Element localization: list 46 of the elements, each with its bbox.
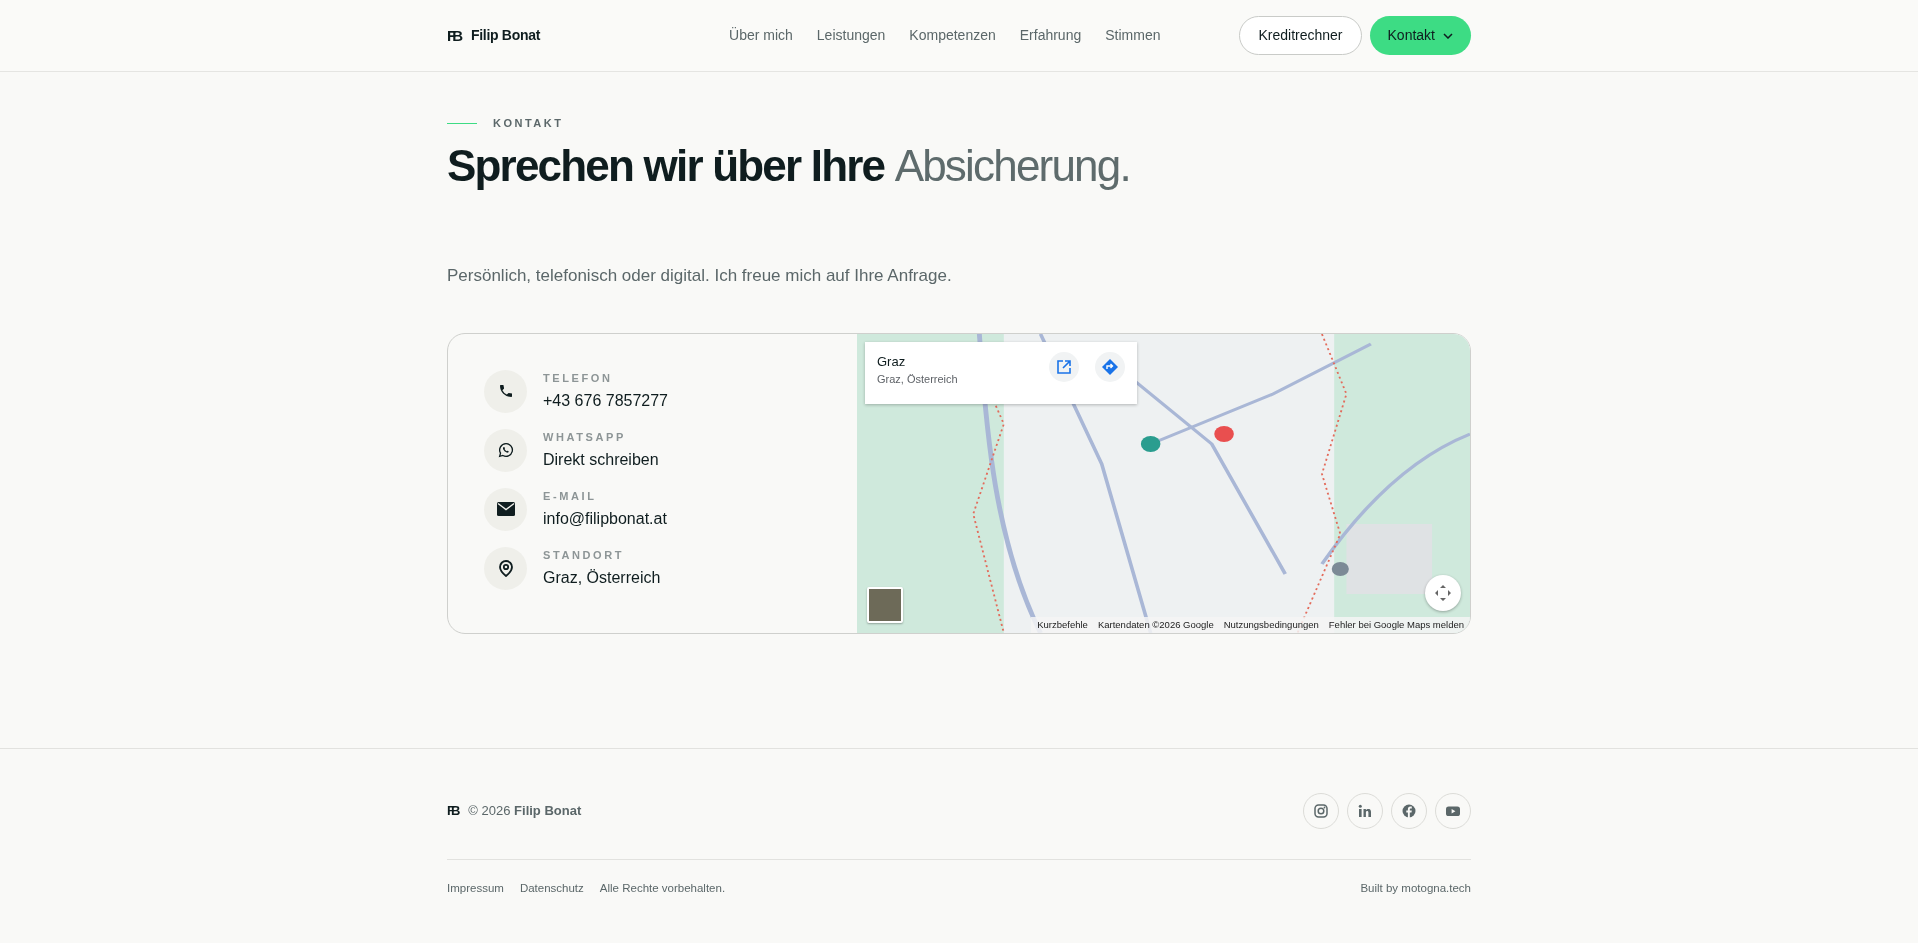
contact-label: STANDORT (543, 548, 626, 564)
calculator-button[interactable]: Kreditrechner (1239, 16, 1362, 55)
section-heading: Sprechen wir über Ihre Absicherung. (447, 139, 1131, 192)
footer-link[interactable]: Datenschutz (519, 879, 584, 898)
rights-text: Alle Rechte vorbehalten. (599, 880, 726, 896)
facebook-icon (1402, 803, 1416, 818)
external-link-icon (1057, 359, 1071, 374)
open-in-maps-button[interactable] (1049, 351, 1079, 382)
place-address: Graz, Österreich (877, 372, 958, 388)
expand-arrows-icon (1434, 583, 1452, 602)
nav-link[interactable]: Erfahrung (1019, 25, 1082, 46)
contact-value[interactable]: Direkt schreiben (543, 447, 659, 472)
phone-icon (497, 383, 514, 400)
chat-bubble-icon (497, 442, 514, 459)
attribution-link[interactable]: Fehler bei Google Maps melden (1328, 617, 1464, 632)
footer-logo: FB (447, 804, 458, 818)
nav-link[interactable]: Kompetenzen (909, 25, 996, 46)
attribution-link[interactable]: Kurzbefehle (1037, 617, 1088, 632)
nav-link[interactable]: Leistungen (816, 25, 886, 46)
contact-label: TELEFON (543, 371, 614, 387)
directions-icon (1102, 358, 1118, 375)
satellite-view-button[interactable] (867, 586, 903, 623)
footer-link[interactable]: Impressum (447, 879, 504, 898)
place-title: Graz (877, 352, 907, 371)
location-pin-icon (498, 559, 513, 577)
nav-link[interactable]: Stimmen (1105, 25, 1161, 46)
copyright-text: © 2026 Filip Bonat (468, 802, 582, 821)
caret-icon (1443, 32, 1453, 39)
attribution-link[interactable]: Kartendaten ©2026 Google (1097, 617, 1214, 632)
intro-text: Persönlich, telefonisch oder digital. Ich freue mich auf Ihre Anfrage. (447, 265, 953, 288)
contact-button[interactable]: Kontakt (1369, 16, 1471, 55)
contact-label: WHATSAPP (543, 430, 627, 446)
directions-button[interactable] (1095, 351, 1125, 382)
section-kicker: KONTAKT (493, 116, 564, 131)
contact-value[interactable]: info@filipbonat.at (543, 506, 667, 531)
envelope-icon (496, 502, 515, 517)
brand-name[interactable]: Filip Bonat (471, 25, 541, 46)
attribution-link[interactable]: Nutzungsbedingungen (1223, 617, 1319, 632)
credit-link[interactable]: Built by motogna.tech (1360, 879, 1471, 898)
contact-label: E-MAIL (543, 489, 598, 505)
logo[interactable]: FB (447, 28, 463, 43)
contact-value[interactable]: Graz, Österreich (543, 565, 661, 590)
instagram-icon (1314, 803, 1328, 818)
linkedin-icon (1358, 803, 1372, 818)
nav-link[interactable]: Über mich (729, 25, 793, 46)
contact-value[interactable]: +43 676 7857277 (543, 388, 668, 413)
